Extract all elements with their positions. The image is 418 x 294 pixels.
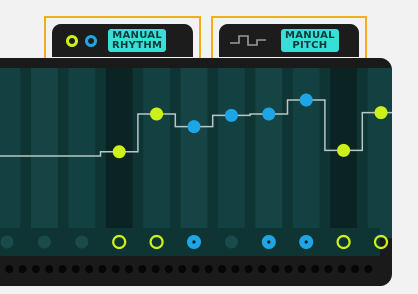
rhythm-step-off[interactable] bbox=[0, 235, 14, 249]
step-led-dot bbox=[45, 265, 54, 273]
tab-manual-pitch[interactable]: MANUAL PITCH bbox=[211, 16, 367, 62]
step-led-dot bbox=[71, 265, 80, 273]
step-waveform-svg bbox=[230, 34, 266, 46]
tab-manual-rhythm-body[interactable]: MANUAL RHYTHM bbox=[52, 24, 193, 57]
step-led-dot bbox=[271, 265, 280, 273]
rhythm-step-off[interactable] bbox=[224, 235, 238, 249]
step-led-dot bbox=[204, 265, 213, 273]
rhythm-step-off[interactable] bbox=[75, 235, 89, 249]
step-column[interactable] bbox=[143, 68, 170, 238]
tab-label-line2: RHYTHM bbox=[112, 40, 163, 51]
tab-manual-rhythm[interactable]: MANUAL RHYTHM bbox=[44, 16, 201, 62]
step-led-dot bbox=[231, 265, 240, 273]
rhythm-step-center bbox=[192, 240, 196, 244]
pitch-step-dot[interactable] bbox=[112, 145, 126, 159]
tab-label-line2: PITCH bbox=[292, 40, 328, 51]
step-column[interactable] bbox=[31, 68, 58, 238]
step-led-dot bbox=[324, 265, 333, 273]
sequencer-panel bbox=[0, 58, 392, 286]
tab-manual-rhythm-label: MANUAL RHYTHM bbox=[108, 29, 167, 52]
sequencer-grid[interactable] bbox=[0, 58, 392, 286]
rhythm-step-center bbox=[304, 240, 308, 244]
step-led-dot bbox=[258, 265, 266, 273]
step-column[interactable] bbox=[255, 68, 283, 238]
step-column[interactable] bbox=[367, 68, 392, 238]
step-led-dot bbox=[311, 265, 320, 273]
step-led-dot bbox=[18, 265, 27, 273]
step-led-dot bbox=[85, 265, 94, 273]
step-led-dot bbox=[98, 265, 107, 273]
step-led-dot bbox=[31, 265, 40, 273]
pitch-step-dot[interactable] bbox=[224, 108, 238, 122]
tab-manual-pitch-body[interactable]: MANUAL PITCH bbox=[219, 24, 359, 57]
step-led-dot bbox=[337, 265, 346, 273]
pitch-step-dot[interactable] bbox=[299, 93, 313, 107]
blue-ring-dot-icon bbox=[85, 34, 97, 47]
pitch-step-waveform-icon bbox=[229, 32, 275, 50]
step-led-dot bbox=[164, 265, 173, 273]
step-led-dot bbox=[151, 265, 160, 273]
step-led-dot bbox=[244, 265, 253, 273]
pitch-step-dot[interactable] bbox=[337, 143, 351, 157]
step-led-dot bbox=[125, 265, 133, 273]
step-led-dot bbox=[5, 265, 14, 273]
step-led-dot bbox=[111, 265, 120, 273]
step-led-dot bbox=[58, 265, 67, 273]
step-led-dot bbox=[364, 265, 373, 273]
tab-manual-pitch-label: MANUAL PITCH bbox=[281, 29, 339, 52]
pitch-step-dot[interactable] bbox=[262, 107, 276, 121]
yellow-ring-dot-icon bbox=[66, 34, 78, 47]
step-led-dot bbox=[178, 265, 187, 273]
pitch-step-dot[interactable] bbox=[150, 107, 164, 121]
step-led-dot bbox=[284, 265, 293, 273]
step-column[interactable] bbox=[0, 68, 21, 238]
rhythm-step-off[interactable] bbox=[37, 235, 51, 249]
step-column[interactable] bbox=[180, 68, 208, 238]
step-led-dot bbox=[191, 265, 200, 273]
pitch-step-dot[interactable] bbox=[374, 106, 388, 120]
step-led-dot bbox=[297, 265, 306, 273]
step-led-dot bbox=[218, 265, 227, 273]
rhythm-mode-dots-icon bbox=[66, 34, 97, 47]
step-led-dot bbox=[351, 265, 360, 273]
step-led-dot bbox=[138, 265, 147, 273]
step-column[interactable] bbox=[218, 68, 245, 238]
pitch-step-dot[interactable] bbox=[187, 120, 201, 134]
rhythm-step-center bbox=[267, 240, 271, 244]
step-column[interactable] bbox=[68, 68, 96, 238]
